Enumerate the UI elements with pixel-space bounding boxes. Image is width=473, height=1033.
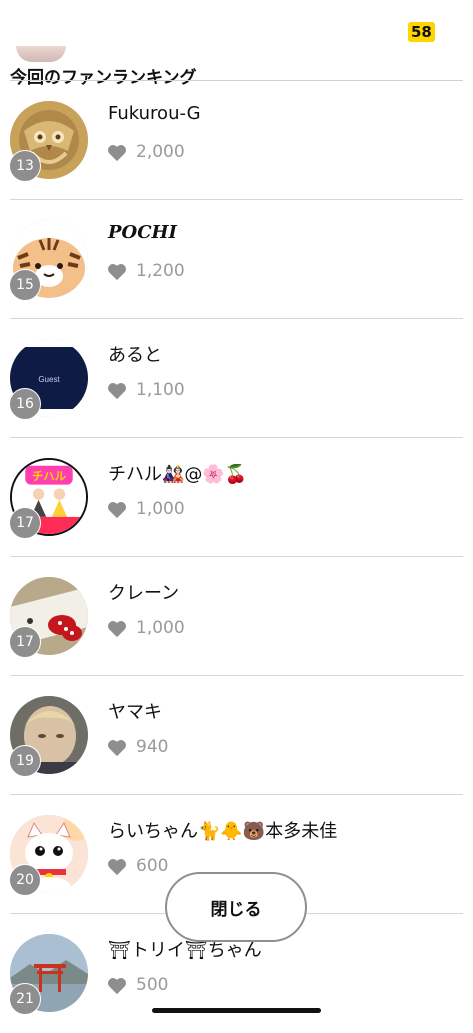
status-badge: 58 xyxy=(408,22,435,42)
heart-icon xyxy=(108,859,126,876)
user-name: あると xyxy=(108,345,162,366)
list-item[interactable]: Guest 16 あると 1,100 xyxy=(0,319,473,438)
close-button[interactable]: 閉じる xyxy=(165,872,307,942)
rank-badge: 20 xyxy=(9,864,41,896)
rank-badge: 17 xyxy=(9,507,41,539)
points-value: 1,100 xyxy=(136,380,185,400)
points-value: 600 xyxy=(136,856,169,876)
user-name: チハル🎎@🌸🍒 xyxy=(108,464,248,485)
previous-avatar-peek xyxy=(16,46,66,62)
list-item[interactable]: 13 Fukurou-G 2,000 xyxy=(0,81,473,200)
user-name: ヤマキ xyxy=(108,702,162,723)
points-value: 940 xyxy=(136,737,169,757)
rank-badge: 15 xyxy=(9,269,41,301)
user-name: らいちゃん🐈🐥🐻本多未佳 xyxy=(108,821,338,842)
home-indicator xyxy=(152,1008,321,1013)
heart-icon xyxy=(108,621,126,638)
list-item[interactable]: チハル 17 チハル🎎@🌸🍒 1,000 xyxy=(0,438,473,557)
heart-icon xyxy=(108,502,126,519)
points-value: 500 xyxy=(136,975,169,995)
avatar-caption: チハル xyxy=(32,470,67,483)
user-name: POCHI xyxy=(108,222,177,243)
rank-badge: 19 xyxy=(9,745,41,777)
heart-icon xyxy=(108,740,126,757)
points-value: 2,000 xyxy=(136,142,185,162)
list-item[interactable]: 19 ヤマキ 940 xyxy=(0,676,473,795)
points-value: 1,000 xyxy=(136,499,185,519)
rank-badge: 21 xyxy=(9,983,41,1015)
rank-badge: 16 xyxy=(9,388,41,420)
heart-icon xyxy=(108,383,126,400)
avatar-caption: Guest xyxy=(38,375,60,384)
points-value: 1,000 xyxy=(136,618,185,638)
points-value: 1,200 xyxy=(136,261,185,281)
heart-icon xyxy=(108,978,126,995)
user-name: Fukurou-G xyxy=(108,103,201,124)
rank-badge: 17 xyxy=(9,626,41,658)
list-item[interactable]: 15 POCHI 1,200 xyxy=(0,200,473,319)
list-item[interactable]: 17 クレーン 1,000 xyxy=(0,557,473,676)
rank-badge: 13 xyxy=(9,150,41,182)
heart-icon xyxy=(108,145,126,162)
user-name: クレーン xyxy=(108,583,180,604)
heart-icon xyxy=(108,264,126,281)
